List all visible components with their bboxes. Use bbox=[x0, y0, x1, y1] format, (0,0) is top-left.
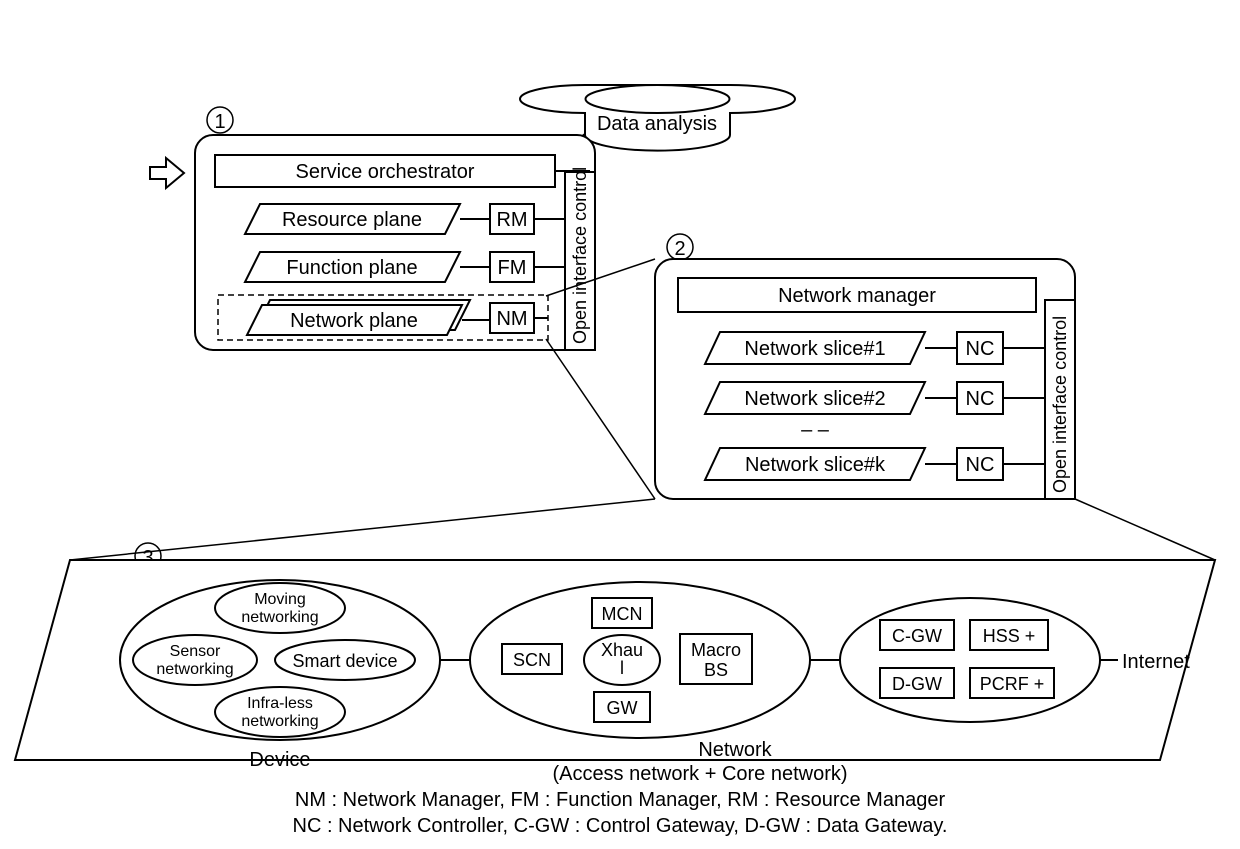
arrow-icon bbox=[150, 158, 184, 188]
data-analysis-label: Data analysis bbox=[597, 113, 717, 135]
p1-row0-mgr: RM bbox=[496, 209, 527, 231]
core-dgw: D-GW bbox=[892, 674, 942, 694]
device-label: Device bbox=[249, 749, 310, 771]
p1-row1-label: Function plane bbox=[286, 257, 417, 279]
diagram-root: .stk{fill:none;stroke:#000;stroke-width:… bbox=[0, 0, 1240, 849]
p1-sidebar: Open interface control bbox=[570, 167, 590, 344]
badge-2: 2 bbox=[667, 234, 693, 260]
legend-line2: NC : Network Controller, C-GW : Control … bbox=[293, 815, 948, 837]
p2-header: Network manager bbox=[778, 285, 936, 307]
core-pcrf: PCRF + bbox=[980, 674, 1045, 694]
net-scn: SCN bbox=[513, 650, 551, 670]
p2-row-2: Network slice#k NC bbox=[705, 448, 1045, 480]
p2-row1-label: Network slice#2 bbox=[744, 388, 885, 410]
panel-orchestrator: Open interface control Service orchestra… bbox=[195, 135, 595, 350]
panel-physical: Moving networking Sensor networking Smar… bbox=[15, 560, 1215, 785]
legend-line1: NM : Network Manager, FM : Function Mana… bbox=[295, 789, 946, 811]
p2-row2-c: NC bbox=[966, 454, 995, 476]
dev-moving: Moving bbox=[254, 591, 306, 608]
badge-1: 1 bbox=[207, 107, 233, 133]
svg-text:networking: networking bbox=[241, 609, 318, 626]
network-sub: (Access network + Core network) bbox=[552, 763, 847, 785]
p1-row2-mgr: NM bbox=[496, 308, 527, 330]
core-hss: HSS + bbox=[983, 626, 1036, 646]
net-macro2: BS bbox=[704, 660, 728, 680]
p2-sidebar: Open interface control bbox=[1050, 316, 1070, 493]
p1-row-0: Resource plane RM bbox=[245, 204, 565, 234]
zoom-connector-2 bbox=[70, 499, 1215, 560]
net-mcn: MCN bbox=[602, 604, 643, 624]
p2-row1-c: NC bbox=[966, 388, 995, 410]
p1-row2-label: Network plane bbox=[290, 310, 418, 332]
core-cgw: C-GW bbox=[892, 626, 942, 646]
svg-text:networking: networking bbox=[241, 713, 318, 730]
badge-2-num: 2 bbox=[674, 238, 685, 260]
net-macro1: Macro bbox=[691, 640, 741, 660]
net-xhaul2: l bbox=[620, 658, 624, 678]
p2-row-1: Network slice#2 NC bbox=[705, 382, 1045, 414]
p1-row1-mgr: FM bbox=[498, 257, 527, 279]
p2-row2-label: Network slice#k bbox=[745, 454, 886, 476]
panel-network-manager: Open interface control Network manager N… bbox=[655, 259, 1075, 499]
p1-row0-label: Resource plane bbox=[282, 209, 422, 231]
dev-infra: Infra-less bbox=[247, 695, 313, 712]
p1-row-1: Function plane FM bbox=[245, 252, 565, 282]
net-gw: GW bbox=[607, 698, 638, 718]
network-label: Network bbox=[698, 739, 772, 761]
p2-ellipsis: – – bbox=[801, 419, 830, 441]
p2-row0-c: NC bbox=[966, 338, 995, 360]
p2-row0-label: Network slice#1 bbox=[744, 338, 885, 360]
svg-text:networking: networking bbox=[156, 661, 233, 678]
p1-header: Service orchestrator bbox=[296, 161, 475, 183]
net-xhaul1: Xhau bbox=[601, 640, 643, 660]
dev-sensor: Sensor bbox=[170, 643, 221, 660]
p2-row-0: Network slice#1 NC bbox=[705, 332, 1045, 364]
dev-smart: Smart device bbox=[292, 651, 397, 671]
badge-1-num: 1 bbox=[214, 111, 225, 133]
internet-label: Internet bbox=[1122, 651, 1190, 673]
